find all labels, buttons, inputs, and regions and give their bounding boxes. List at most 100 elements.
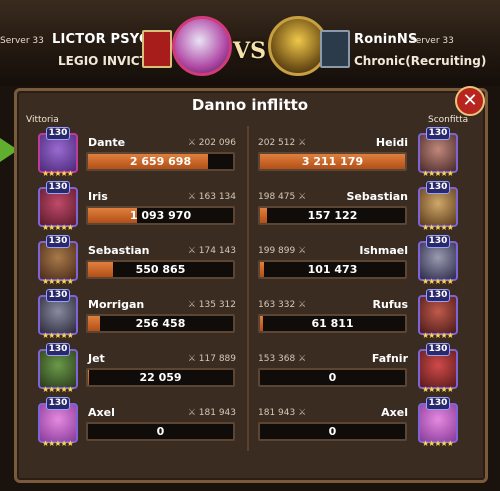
victory-label: Vittoria: [26, 115, 59, 125]
power-value: 202 512: [258, 138, 296, 148]
left-hero-power: ⚔ 163 134: [188, 192, 236, 202]
right-hero-name: Rufus: [372, 298, 408, 311]
right-hero-power: 202 512 ⚔: [258, 138, 306, 148]
left-hero-name: Morrigan: [88, 298, 145, 311]
power-value: 198 475: [258, 192, 296, 202]
right-damage-bar: 101 473: [258, 260, 407, 279]
power-value: 181 943: [258, 408, 296, 418]
right-damage-bar: 0: [258, 368, 407, 387]
left-hero-level: 130: [46, 127, 70, 140]
right-hero-level: 130: [426, 127, 450, 140]
right-hero-power: 163 332 ⚔: [258, 300, 306, 310]
power-value: 117 889: [198, 354, 236, 364]
right-hero-stars: ★★★★★: [422, 331, 454, 340]
left-hero-stars: ★★★★★: [42, 169, 74, 178]
crossed-swords-icon: ⚔: [298, 246, 307, 256]
left-hero-power: ⚔ 117 889: [188, 354, 236, 364]
power-value: 135 312: [198, 300, 236, 310]
left-damage-bar: 256 458: [86, 314, 235, 333]
right-damage-bar: 157 122: [258, 206, 407, 225]
power-value: 199 899: [258, 246, 296, 256]
damage-value: 22 059: [139, 371, 182, 384]
power-value: 181 943: [198, 408, 236, 418]
left-damage-bar: 1 093 970: [86, 206, 235, 225]
left-hero-stars: ★★★★★: [42, 277, 74, 286]
right-hero-stars: ★★★★★: [422, 277, 454, 286]
damage-value: 0: [156, 425, 165, 438]
power-value: 202 096: [198, 138, 236, 148]
right-hero-stars: ★★★★★: [422, 169, 454, 178]
left-hero-name: Jet: [88, 352, 105, 365]
right-hero-level: 130: [426, 181, 450, 194]
right-damage-bar: 3 211 179: [258, 152, 407, 171]
right-hero-power: 199 899 ⚔: [258, 246, 306, 256]
left-hero-level: 130: [46, 289, 70, 302]
damage-value: 61 811: [311, 317, 354, 330]
right-server: Server 33: [410, 36, 454, 46]
left-hero-power: ⚔ 135 312: [188, 300, 236, 310]
right-hero-level: 130: [426, 289, 450, 302]
left-hero-level: 130: [46, 397, 70, 410]
crossed-swords-icon: ⚔: [187, 354, 196, 364]
crossed-swords-icon: ⚔: [298, 354, 307, 364]
right-guild-name: Chronic(Recruiting): [354, 54, 487, 68]
right-guild-banner: [320, 30, 350, 68]
power-value: 163 134: [198, 192, 236, 202]
right-hero-level: 130: [426, 397, 450, 410]
left-hero-level: 130: [46, 343, 70, 356]
left-hero-power: ⚔ 202 096: [188, 138, 236, 148]
damage-value: 0: [328, 371, 337, 384]
power-value: 163 332: [258, 300, 296, 310]
right-player-avatar[interactable]: [268, 16, 328, 76]
right-player-name: RoninNS: [354, 32, 418, 47]
right-damage-bar: 61 811: [258, 314, 407, 333]
left-hero-stars: ★★★★★: [42, 331, 74, 340]
damage-value: 256 458: [135, 317, 186, 330]
right-hero-power: 181 943 ⚔: [258, 408, 306, 418]
crossed-swords-icon: ⚔: [187, 246, 196, 256]
power-value: 174 143: [198, 246, 236, 256]
power-value: 153 368: [258, 354, 296, 364]
crossed-swords-icon: ⚔: [298, 408, 307, 418]
right-hero-name: Sebastian: [346, 190, 408, 203]
crossed-swords-icon: ⚔: [187, 138, 196, 148]
right-hero-name: Heidi: [375, 136, 408, 149]
left-hero-power: ⚔ 181 943: [188, 408, 236, 418]
damage-value: 1 093 970: [129, 209, 192, 222]
vs-label: VS: [233, 38, 266, 64]
right-hero-level: 130: [426, 343, 450, 356]
crossed-swords-icon: ⚔: [298, 138, 307, 148]
panel-title: Danno inflitto: [191, 96, 309, 114]
left-hero-stars: ★★★★★: [42, 385, 74, 394]
right-hero-level: 130: [426, 235, 450, 248]
right-hero-stars: ★★★★★: [422, 385, 454, 394]
damage-value: 101 473: [307, 263, 358, 276]
left-server: Server 33: [0, 36, 44, 46]
damage-value: 550 865: [135, 263, 186, 276]
damage-value: 3 211 179: [301, 155, 364, 168]
damage-value: 0: [328, 425, 337, 438]
left-damage-bar: 550 865: [86, 260, 235, 279]
left-hero-level: 130: [46, 235, 70, 248]
crossed-swords-icon: ⚔: [187, 192, 196, 202]
left-hero-name: Sebastian: [88, 244, 150, 257]
defeat-label: Sconfitta: [428, 115, 469, 125]
crossed-swords-icon: ⚔: [187, 408, 196, 418]
left-hero-stars: ★★★★★: [42, 223, 74, 232]
left-damage-bar: 2 659 698: [86, 152, 235, 171]
right-hero-name: Ishmael: [359, 244, 408, 257]
close-icon[interactable]: ✕: [455, 86, 485, 116]
right-hero-stars: ★★★★★: [422, 439, 454, 448]
crossed-swords-icon: ⚔: [187, 300, 196, 310]
left-hero-power: ⚔ 174 143: [188, 246, 236, 256]
left-damage-bar: 22 059: [86, 368, 235, 387]
damage-value: 157 122: [307, 209, 358, 222]
right-hero-power: 153 368 ⚔: [258, 354, 306, 364]
right-hero-stars: ★★★★★: [422, 223, 454, 232]
crossed-swords-icon: ⚔: [298, 192, 307, 202]
crossed-swords-icon: ⚔: [298, 300, 307, 310]
right-damage-bar: 0: [258, 422, 407, 441]
left-player-avatar[interactable]: [172, 16, 232, 76]
left-hero-stars: ★★★★★: [42, 439, 74, 448]
column-divider: [247, 126, 249, 451]
